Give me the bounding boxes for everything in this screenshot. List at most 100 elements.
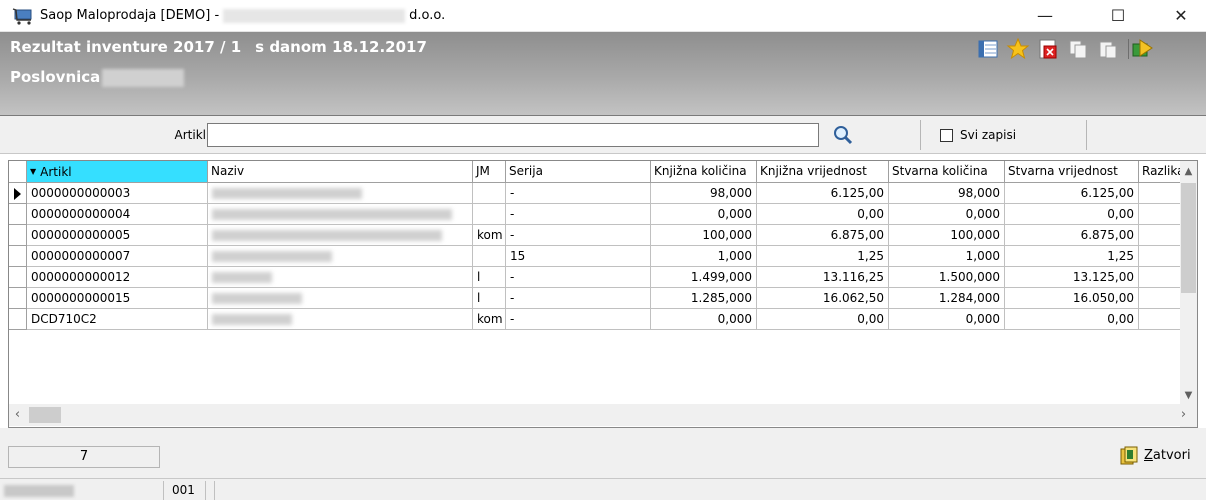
table-cell-razlika[interactable] <box>1139 267 1182 288</box>
table-cell-serija[interactable]: - <box>506 225 651 246</box>
show-all-checkbox-box[interactable] <box>940 129 953 142</box>
scroll-right-arrow-icon[interactable]: › <box>1175 404 1192 426</box>
table-cell-razlika[interactable] <box>1139 246 1182 267</box>
vertical-scroll-thumb[interactable] <box>1181 183 1196 293</box>
table-cell-jm[interactable] <box>473 246 506 267</box>
table-cell-stv-kol[interactable]: 1.500,000 <box>889 267 1005 288</box>
column-header-razlika[interactable]: Razlika <box>1139 161 1182 183</box>
table-cell-knj-vr[interactable]: 0,00 <box>757 309 889 330</box>
inventory-results-grid[interactable]: ▼ Artikl Naziv JM Serija Knjižna količina… <box>8 160 1198 428</box>
table-cell-knj-kol[interactable]: 98,000 <box>651 183 757 204</box>
table-cell-stv-vr[interactable]: 0,00 <box>1005 309 1139 330</box>
table-cell-artikl[interactable]: 0000000000012 <box>27 267 208 288</box>
table-cell-jm[interactable] <box>473 183 506 204</box>
table-cell-stv-kol[interactable]: 98,000 <box>889 183 1005 204</box>
table-cell-stv-vr[interactable]: 0,00 <box>1005 204 1139 225</box>
table-cell-stv-kol[interactable]: 1.284,000 <box>889 288 1005 309</box>
table-cell-serija[interactable]: 15 <box>506 246 651 267</box>
table-cell-stv-kol[interactable]: 0,000 <box>889 309 1005 330</box>
table-cell-naziv[interactable] <box>208 246 473 267</box>
table-cell-knj-vr[interactable]: 16.062,50 <box>757 288 889 309</box>
table-cell-naziv[interactable] <box>208 183 473 204</box>
table-cell-naziv[interactable] <box>208 204 473 225</box>
table-cell-knj-vr[interactable]: 6.875,00 <box>757 225 889 246</box>
table-cell-knj-kol[interactable]: 1,000 <box>651 246 757 267</box>
table-cell-naziv[interactable] <box>208 309 473 330</box>
row-indicator[interactable] <box>9 183 27 204</box>
star-icon[interactable] <box>1005 36 1031 62</box>
row-indicator[interactable] <box>9 225 27 246</box>
table-cell-razlika[interactable] <box>1139 204 1182 225</box>
table-cell-artikl[interactable]: DCD710C2 <box>27 309 208 330</box>
column-header-knjizna-vrijednost[interactable]: Knjižna vrijednost <box>757 161 889 183</box>
scroll-up-arrow-icon[interactable]: ▲ <box>1180 163 1197 181</box>
table-cell-serija[interactable]: - <box>506 204 651 225</box>
table-cell-jm[interactable]: l <box>473 288 506 309</box>
table-cell-razlika[interactable] <box>1139 288 1182 309</box>
table-cell-razlika[interactable] <box>1139 225 1182 246</box>
row-indicator[interactable] <box>9 204 27 225</box>
column-header-jm[interactable]: JM <box>473 161 506 183</box>
scroll-down-arrow-icon[interactable]: ▼ <box>1180 387 1197 405</box>
table-cell-knj-kol[interactable]: 0,000 <box>651 204 757 225</box>
table-cell-stv-vr[interactable]: 6.875,00 <box>1005 225 1139 246</box>
column-header-stvarna-kolicina[interactable]: Stvarna količina <box>889 161 1005 183</box>
table-cell-stv-vr[interactable]: 1,25 <box>1005 246 1139 267</box>
table-cell-jm[interactable]: kom <box>473 309 506 330</box>
table-cell-stv-kol[interactable]: 1,000 <box>889 246 1005 267</box>
table-cell-razlika[interactable] <box>1139 309 1182 330</box>
table-cell-knj-kol[interactable]: 1.499,000 <box>651 267 757 288</box>
table-cell-artikl[interactable]: 0000000000007 <box>27 246 208 267</box>
table-cell-jm[interactable]: kom <box>473 225 506 246</box>
table-cell-serija[interactable]: - <box>506 267 651 288</box>
search-icon[interactable] <box>828 122 858 148</box>
table-cell-artikl[interactable]: 0000000000015 <box>27 288 208 309</box>
table-cell-serija[interactable]: - <box>506 309 651 330</box>
copy-icon[interactable] <box>1065 36 1091 62</box>
table-cell-stv-kol[interactable]: 0,000 <box>889 204 1005 225</box>
columns-icon[interactable] <box>975 36 1001 62</box>
column-header-serija[interactable]: Serija <box>506 161 651 183</box>
scroll-left-arrow-icon[interactable]: ‹ <box>9 404 26 426</box>
table-cell-artikl[interactable]: 0000000000004 <box>27 204 208 225</box>
table-cell-artikl[interactable]: 0000000000003 <box>27 183 208 204</box>
row-indicator[interactable] <box>9 267 27 288</box>
table-cell-knj-kol[interactable]: 1.285,000 <box>651 288 757 309</box>
window-title-bar[interactable]: Saop Maloprodaja [DEMO] - d.o.o. — ☐ ✕ <box>0 0 1206 32</box>
table-cell-stv-vr[interactable]: 16.050,00 <box>1005 288 1139 309</box>
table-cell-knj-vr[interactable]: 6.125,00 <box>757 183 889 204</box>
maximize-button[interactable]: ☐ <box>1095 0 1141 32</box>
table-cell-jm[interactable]: l <box>473 267 506 288</box>
table-cell-razlika[interactable] <box>1139 183 1182 204</box>
table-cell-stv-vr[interactable]: 13.125,00 <box>1005 267 1139 288</box>
table-cell-naziv[interactable] <box>208 267 473 288</box>
horizontal-scrollbar[interactable]: ‹ › <box>9 404 1197 426</box>
vertical-scrollbar[interactable]: ▲ ▼ <box>1180 161 1197 427</box>
row-indicator[interactable] <box>9 288 27 309</box>
column-header-artikl[interactable]: ▼ Artikl <box>27 161 208 183</box>
minimize-button[interactable]: — <box>1022 0 1068 32</box>
article-search-input[interactable] <box>207 123 819 147</box>
horizontal-scroll-thumb[interactable] <box>29 407 61 423</box>
table-cell-knj-vr[interactable]: 1,25 <box>757 246 889 267</box>
row-indicator[interactable] <box>9 309 27 330</box>
table-cell-knj-kol[interactable]: 100,000 <box>651 225 757 246</box>
table-cell-artikl[interactable]: 0000000000005 <box>27 225 208 246</box>
column-header-knjizna-kolicina[interactable]: Knjižna količina <box>651 161 757 183</box>
table-cell-knj-vr[interactable]: 13.116,25 <box>757 267 889 288</box>
table-cell-stv-kol[interactable]: 100,000 <box>889 225 1005 246</box>
table-cell-knj-kol[interactable]: 0,000 <box>651 309 757 330</box>
table-cell-stv-vr[interactable]: 6.125,00 <box>1005 183 1139 204</box>
table-cell-serija[interactable]: - <box>506 288 651 309</box>
table-cell-serija[interactable]: - <box>506 183 651 204</box>
row-indicator[interactable] <box>9 246 27 267</box>
exit-icon[interactable] <box>1128 36 1154 62</box>
table-cell-naziv[interactable] <box>208 288 473 309</box>
table-cell-naziv[interactable] <box>208 225 473 246</box>
table-cell-jm[interactable] <box>473 204 506 225</box>
paste-icon[interactable] <box>1095 36 1121 62</box>
delete-icon[interactable] <box>1035 36 1061 62</box>
column-header-stvarna-vrijednost[interactable]: Stvarna vrijednost <box>1005 161 1139 183</box>
close-window-button[interactable]: ✕ <box>1158 0 1204 32</box>
table-cell-knj-vr[interactable]: 0,00 <box>757 204 889 225</box>
